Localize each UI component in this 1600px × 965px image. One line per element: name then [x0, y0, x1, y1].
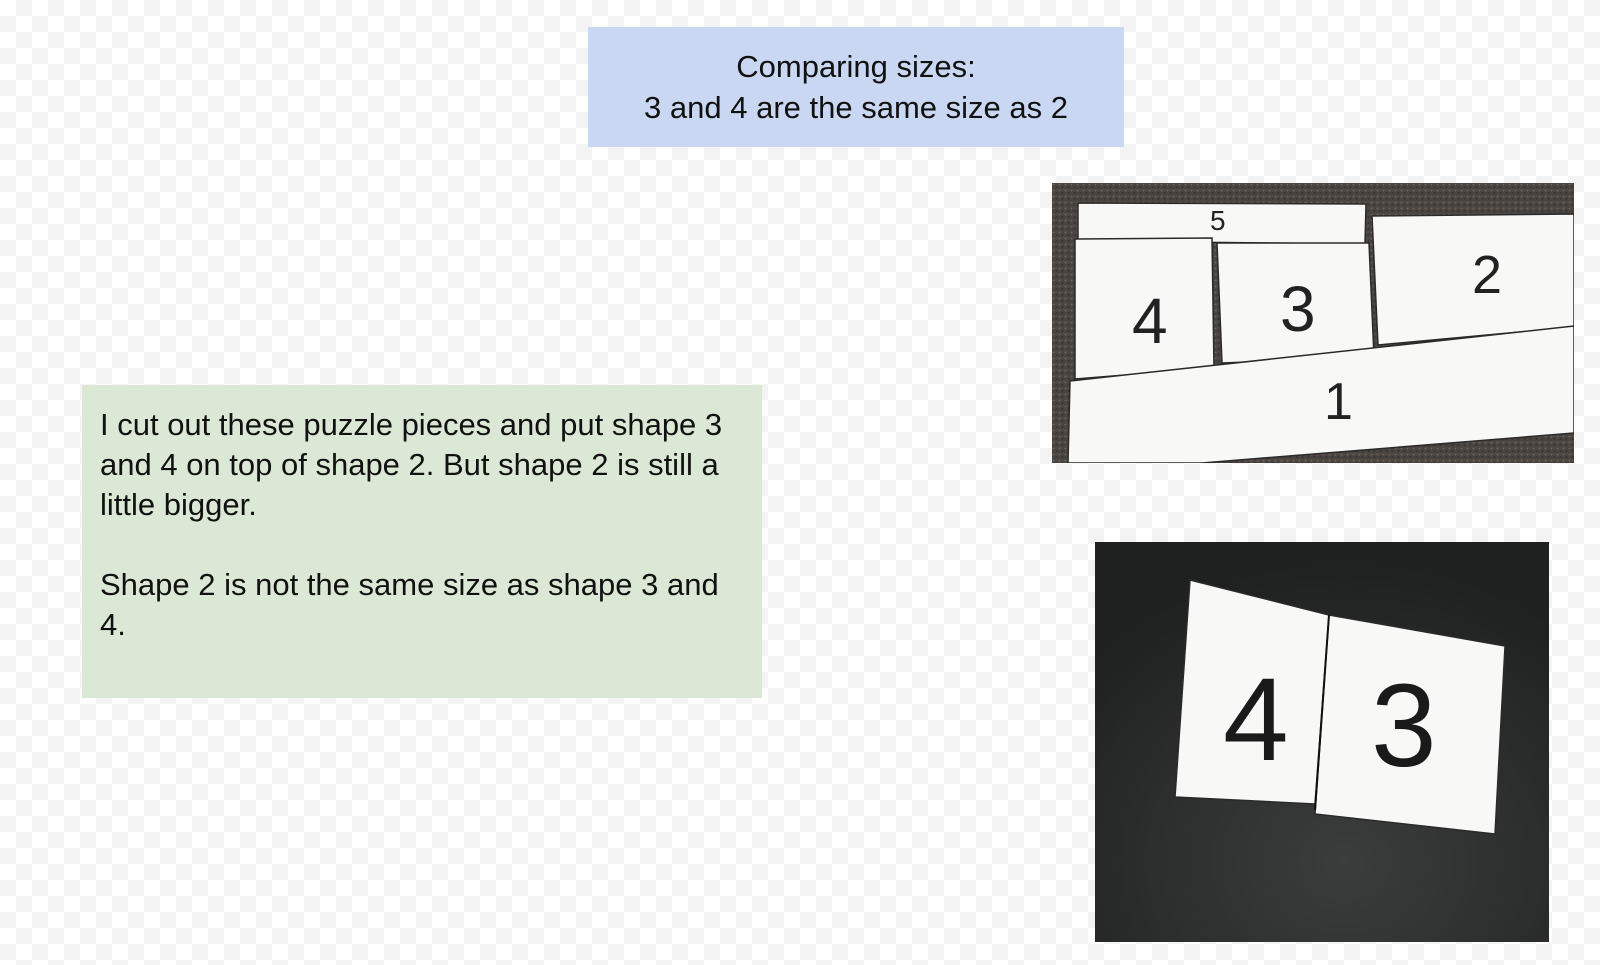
photo-puzzle-pieces-layout[interactable]: 5 4 3 2 1	[1052, 183, 1574, 463]
title-box[interactable]: Comparing sizes: 3 and 4 are the same si…	[588, 27, 1124, 147]
photo-pieces-3-and-4[interactable]: 4 3	[1095, 542, 1549, 942]
piece-2-label: 2	[1472, 245, 1502, 305]
title-line-2: 3 and 4 are the same size as 2	[644, 90, 1068, 125]
note-paragraph-2: Shape 2 is not the same size as shape 3 …	[100, 567, 719, 642]
piece-3-bottom-label: 3	[1371, 660, 1437, 792]
title-line-1: Comparing sizes:	[736, 49, 976, 84]
note-box[interactable]: I cut out these puzzle pieces and put sh…	[82, 385, 762, 698]
piece-4-label: 4	[1132, 285, 1168, 357]
piece-3-label: 3	[1280, 273, 1316, 345]
piece-4-bottom-label: 4	[1223, 654, 1289, 786]
piece-1-label: 1	[1324, 373, 1353, 431]
piece-5-label: 5	[1210, 205, 1226, 236]
note-paragraph-1: I cut out these puzzle pieces and put sh…	[100, 407, 723, 522]
